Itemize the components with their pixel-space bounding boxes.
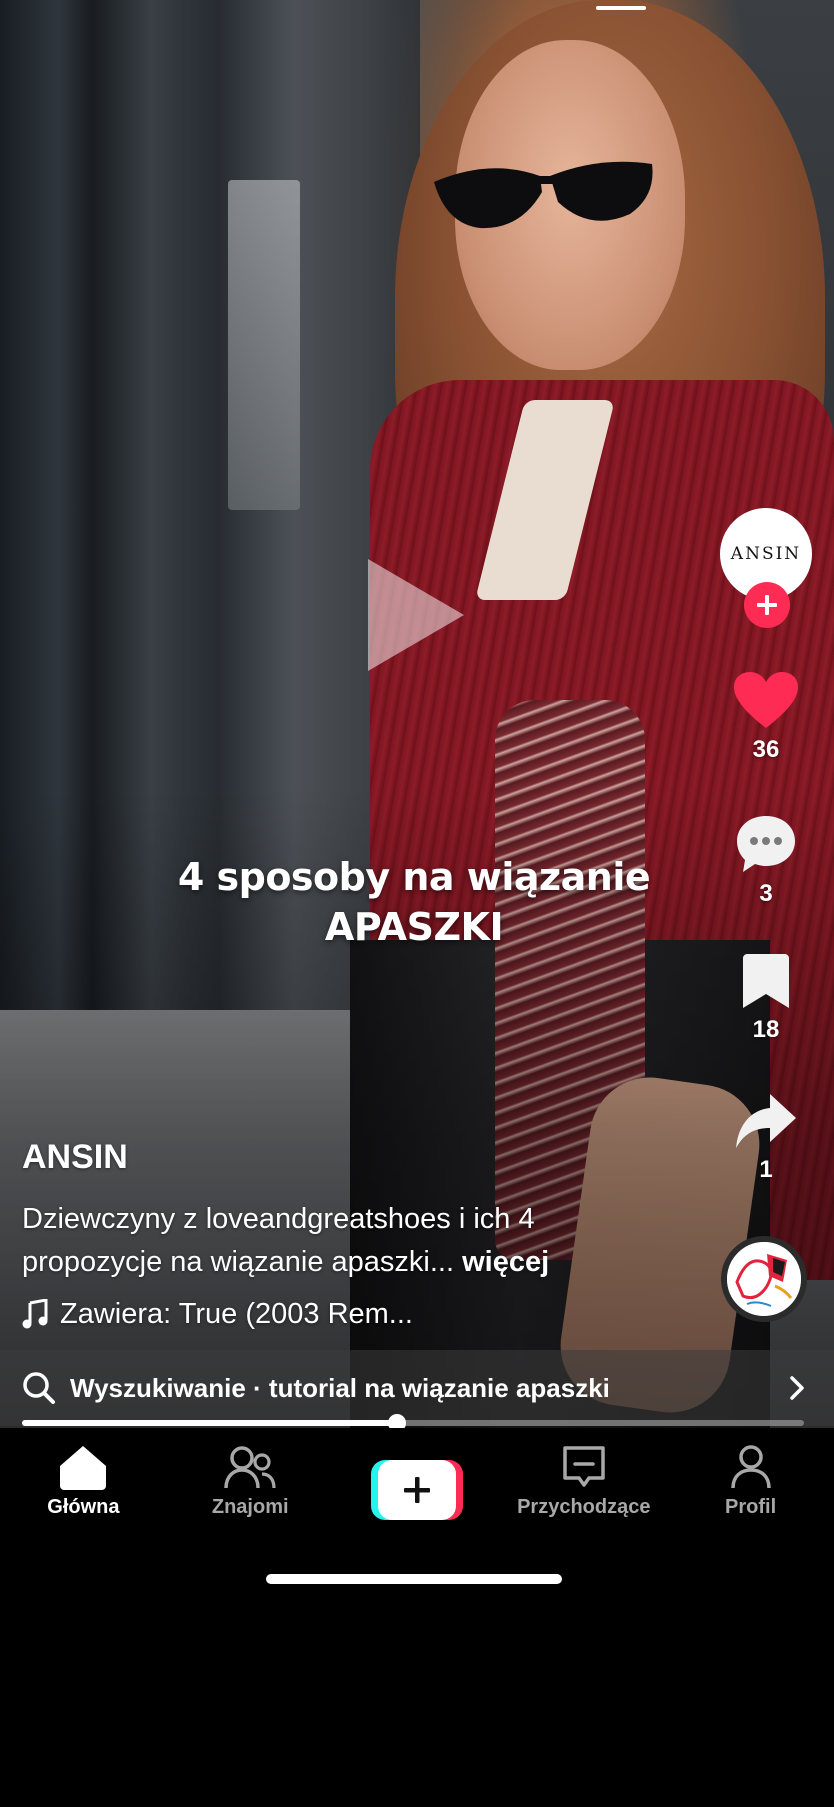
nav-profile-label: Profil [725, 1496, 777, 1518]
comment-icon [737, 816, 795, 872]
music-note-icon [22, 1299, 48, 1329]
nav-inbox[interactable]: Przychodzące [500, 1428, 667, 1568]
video-caption[interactable]: Dziewczyny z loveandgreatshoes i ich 4 p… [22, 1198, 662, 1284]
music-disc[interactable] [721, 1236, 807, 1322]
inbox-icon [563, 1446, 605, 1487]
more-link[interactable]: więcej [462, 1246, 549, 1278]
nav-profile[interactable]: Profil [667, 1428, 834, 1568]
music-label: Zawiera: True (2003 Rem... [60, 1297, 413, 1330]
overlay-line-2: APASZKI [324, 905, 504, 949]
video-progress-fill [22, 1420, 398, 1426]
plus-icon [757, 595, 777, 615]
comment-button[interactable]: 3 [726, 814, 806, 908]
nav-friends-label: Znajomi [211, 1496, 289, 1518]
caption-text: Dziewczyny z loveandgreatshoes i ich 4 p… [22, 1203, 535, 1278]
related-search-bar[interactable]: Wyszukiwanie · tutorial na wiązanie apas… [0, 1350, 834, 1426]
create-plus-icon [403, 1477, 430, 1503]
top-swipe-indicator [596, 6, 646, 10]
friends-icon [224, 1446, 276, 1489]
like-button[interactable]: 36 [726, 672, 806, 764]
home-indicator [266, 1574, 562, 1584]
heart-icon [734, 672, 798, 728]
follow-button[interactable] [744, 582, 790, 628]
save-button[interactable]: 18 [726, 954, 806, 1044]
play-icon[interactable] [366, 555, 466, 675]
share-count: 1 [759, 1156, 773, 1183]
comment-count: 3 [759, 880, 773, 907]
nav-home[interactable]: Główna [0, 1428, 167, 1568]
home-icon [60, 1446, 107, 1490]
nav-home-label: Główna [47, 1496, 120, 1518]
share-icon [736, 1094, 796, 1148]
search-bar-label: Wyszukiwanie · tutorial na wiązanie apas… [70, 1372, 610, 1403]
bookmark-icon [743, 954, 789, 1008]
nav-inbox-label: Przychodzące [517, 1496, 651, 1518]
bottom-navigation: Główna Znajomi Przychodzące Profil [0, 1428, 834, 1568]
music-row[interactable]: Zawiera: True (2003 Rem... [22, 1296, 413, 1332]
music-cover-art [727, 1242, 801, 1316]
creator-avatar-group[interactable]: ANSIN [720, 508, 812, 628]
overlay-line-1: 4 sposoby na wiązanie [177, 855, 651, 899]
video-text-overlay: 4 sposoby na wiązanie APASZKI [100, 852, 728, 952]
video-progress-bar[interactable] [22, 1414, 804, 1432]
nav-create[interactable] [334, 1428, 501, 1568]
save-count: 18 [752, 1016, 780, 1043]
profile-icon [730, 1445, 771, 1489]
nav-friends[interactable]: Znajomi [167, 1428, 334, 1568]
create-button[interactable] [370, 1460, 463, 1520]
like-count: 36 [752, 736, 780, 763]
creator-username[interactable]: ANSIN [22, 1138, 128, 1177]
share-button[interactable]: 1 [726, 1094, 806, 1184]
chevron-right-icon [790, 1376, 804, 1400]
search-icon [23, 1372, 55, 1404]
